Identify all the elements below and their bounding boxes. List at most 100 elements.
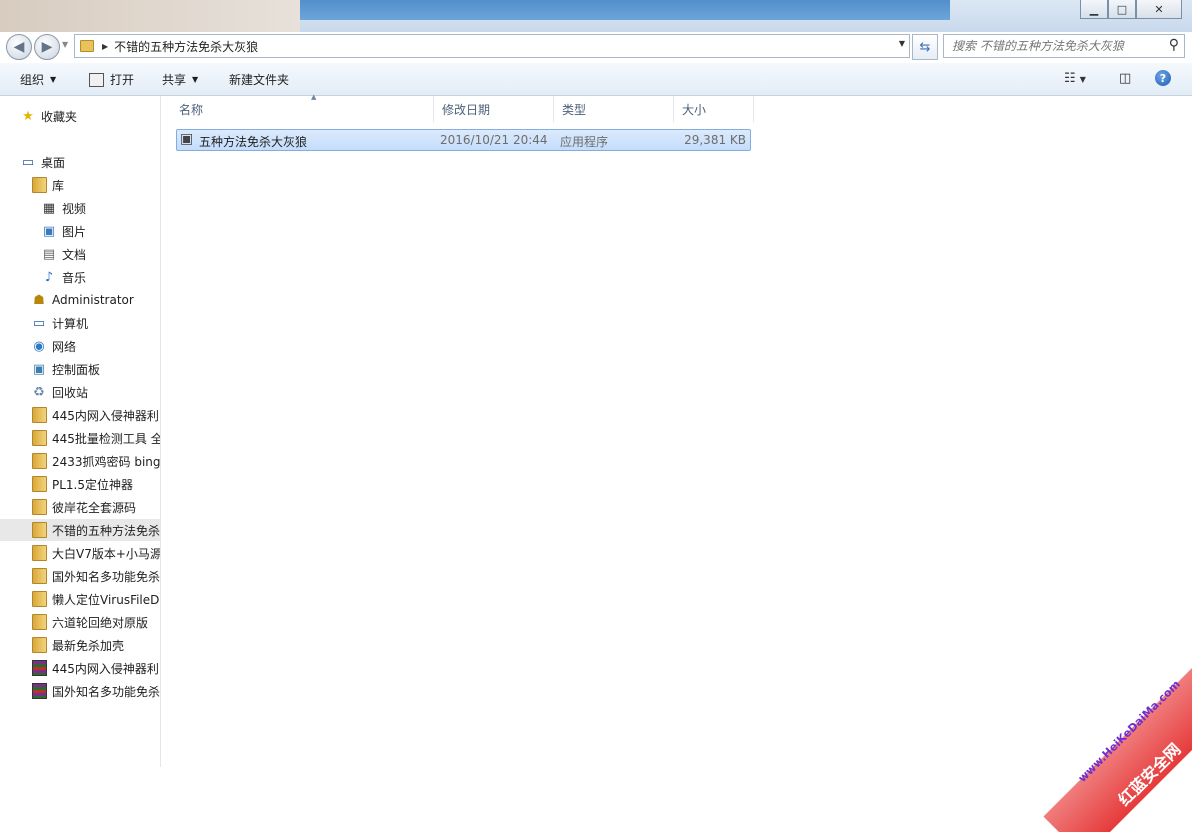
nav-label: 收藏夹 xyxy=(41,109,78,124)
folder-icon xyxy=(31,430,47,446)
column-header-date[interactable]: 修改日期 xyxy=(434,96,554,122)
search-box[interactable]: ⚲ xyxy=(943,34,1185,58)
nav-label: 国外知名多功能免杀 xyxy=(52,569,161,584)
folder-icon xyxy=(31,522,47,538)
nav-label: 回收站 xyxy=(52,385,89,400)
open-button[interactable]: 打开 xyxy=(89,71,134,88)
view-options-button[interactable]: ☷ ▼ xyxy=(1064,71,1086,86)
folder-icon xyxy=(31,476,47,492)
user-folder-icon: ☗ xyxy=(33,292,45,308)
nav-label: 控制面板 xyxy=(52,362,101,377)
nav-label: 大白V7版本+小马源 xyxy=(52,546,161,561)
nav-item-folder[interactable]: 彼岸花全套源码 xyxy=(0,496,160,518)
close-button[interactable]: ✕ xyxy=(1136,0,1182,19)
library-folder-shape xyxy=(31,177,47,193)
nav-item-folder[interactable]: PL1.5定位神器 xyxy=(0,473,160,495)
folder-icon xyxy=(80,40,94,52)
nav-label: 图片 xyxy=(62,224,87,239)
back-arrow-icon: ◀ xyxy=(13,39,25,55)
folder-icon xyxy=(31,499,47,515)
nav-item-network[interactable]: ◉ 网络 xyxy=(31,335,160,357)
nav-item-folder[interactable]: 懒人定位VirusFileD xyxy=(0,588,160,610)
file-row-selected[interactable]: ▣ 五种方法免杀大灰狼 2016/10/21 20:44 应用程序 29,381… xyxy=(176,129,751,151)
folder-shape xyxy=(31,453,47,469)
nav-label: Administrator xyxy=(52,293,134,307)
control-panel-icon: ▣ xyxy=(32,361,46,377)
rar-archive-shape xyxy=(31,660,47,676)
nav-label: PL1.5定位神器 xyxy=(52,477,134,492)
nav-item-desktop[interactable]: ▭ 桌面 xyxy=(20,151,160,173)
file-date: 2016/10/21 20:44 xyxy=(440,133,548,147)
nav-label: 六道轮回绝对原版 xyxy=(52,615,149,630)
search-icon[interactable]: ⚲ xyxy=(1169,37,1179,53)
nav-item-archive[interactable]: 445内网入侵神器利 xyxy=(0,657,160,679)
chevron-down-icon: ▼ xyxy=(1079,75,1086,84)
nav-item-folder[interactable]: 445批量检测工具 全 xyxy=(0,427,160,449)
new-folder-button[interactable]: 新建文件夹 xyxy=(229,71,289,88)
nav-item-folder[interactable]: 445内网入侵神器利 xyxy=(0,404,160,426)
executable-app-icon: ▣ xyxy=(180,131,194,147)
file-size: 29,381 KB xyxy=(684,133,746,147)
nav-item-folder[interactable]: 国外知名多功能免杀 xyxy=(0,565,161,587)
nav-item-folder[interactable]: 2433抓鸡密码 bing xyxy=(0,450,161,472)
folder-shape xyxy=(31,545,47,561)
title-bar: ▁ □ ✕ xyxy=(0,0,1192,32)
folder-icon xyxy=(31,614,47,630)
nav-item-libraries[interactable]: 库 xyxy=(31,174,160,196)
share-button[interactable]: 共享 ▼ xyxy=(162,71,198,88)
nav-item-pictures[interactable]: ▣ 图片 xyxy=(41,220,160,242)
film-icon: ▦ xyxy=(42,200,56,216)
nav-item-folder[interactable]: 六道轮回绝对原版 xyxy=(0,611,160,633)
breadcrumb-chevron-icon[interactable]: ▶ xyxy=(102,42,108,51)
open-app-icon xyxy=(89,72,104,87)
nav-item-music[interactable]: ♪ 音乐 xyxy=(41,266,160,288)
column-header-size[interactable]: 大小 xyxy=(674,96,754,122)
column-header-name[interactable]: 名称 ▲ xyxy=(171,93,434,122)
command-bar: 组织 ▼ 打开 共享 ▼ 新建文件夹 ☷ ▼ ◫ ? xyxy=(0,63,1192,96)
back-button[interactable]: ◀ xyxy=(6,34,32,60)
nav-item-folder-selected[interactable]: 不错的五种方法免杀 xyxy=(0,519,160,541)
search-input[interactable] xyxy=(944,38,1164,54)
window-controls: ▁ □ ✕ xyxy=(1080,0,1182,19)
help-icon: ? xyxy=(1159,71,1167,85)
column-label: 修改日期 xyxy=(442,102,491,117)
recent-pages-dropdown[interactable]: ▼ xyxy=(62,40,68,49)
nav-item-computer[interactable]: ▭ 计算机 xyxy=(31,312,160,334)
folder-shape xyxy=(31,407,47,423)
nav-label: 懒人定位VirusFileD xyxy=(52,592,160,607)
column-header-type[interactable]: 类型 xyxy=(554,96,674,122)
address-bar[interactable]: ▶ 不错的五种方法免杀大灰狼 ▼ xyxy=(74,34,910,58)
preview-pane-button[interactable]: ◫ xyxy=(1119,71,1131,86)
forward-arrow-icon: ▶ xyxy=(41,39,53,55)
breadcrumb-current[interactable]: 不错的五种方法免杀大灰狼 xyxy=(114,38,258,55)
nav-item-archive[interactable]: 国外知名多功能免杀 xyxy=(0,680,160,702)
nav-item-folder[interactable]: 大白V7版本+小马源 xyxy=(0,542,161,564)
forward-button[interactable]: ▶ xyxy=(34,34,60,60)
nav-label: 2433抓鸡密码 bing xyxy=(52,454,161,469)
address-history-dropdown[interactable]: ▼ xyxy=(899,39,905,48)
nav-item-videos[interactable]: ▦ 视频 xyxy=(41,197,160,219)
refresh-icon: ⇆ xyxy=(919,39,931,55)
nav-item-folder[interactable]: 最新免杀加壳 xyxy=(0,634,160,656)
rar-archive-shape xyxy=(31,683,47,699)
refresh-button[interactable]: ⇆ xyxy=(912,34,938,60)
rar-archive-icon xyxy=(31,660,47,676)
help-button[interactable]: ? xyxy=(1155,70,1171,86)
folder-shape xyxy=(31,591,47,607)
column-label: 类型 xyxy=(562,102,587,117)
nav-item-control-panel[interactable]: ▣ 控制面板 xyxy=(31,358,160,380)
title-bar-background-app xyxy=(300,0,950,20)
organize-button[interactable]: 组织 ▼ xyxy=(20,71,56,88)
desktop-icon: ▭ xyxy=(21,154,35,170)
nav-item-documents[interactable]: ▤ 文档 xyxy=(41,243,160,265)
new-folder-label: 新建文件夹 xyxy=(229,73,290,87)
folder-icon xyxy=(31,591,47,607)
maximize-button[interactable]: □ xyxy=(1108,0,1136,19)
nav-item-administrator[interactable]: ☗ Administrator xyxy=(31,289,160,311)
nav-item-recycle-bin[interactable]: ♻ 回收站 xyxy=(31,381,160,403)
nav-item-favorites[interactable]: ★ 收藏夹 xyxy=(20,105,160,127)
picture-icon: ▣ xyxy=(42,223,56,239)
sort-ascending-icon: ▲ xyxy=(311,93,317,101)
minimize-button[interactable]: ▁ xyxy=(1080,0,1108,19)
rar-archive-icon xyxy=(31,683,47,699)
